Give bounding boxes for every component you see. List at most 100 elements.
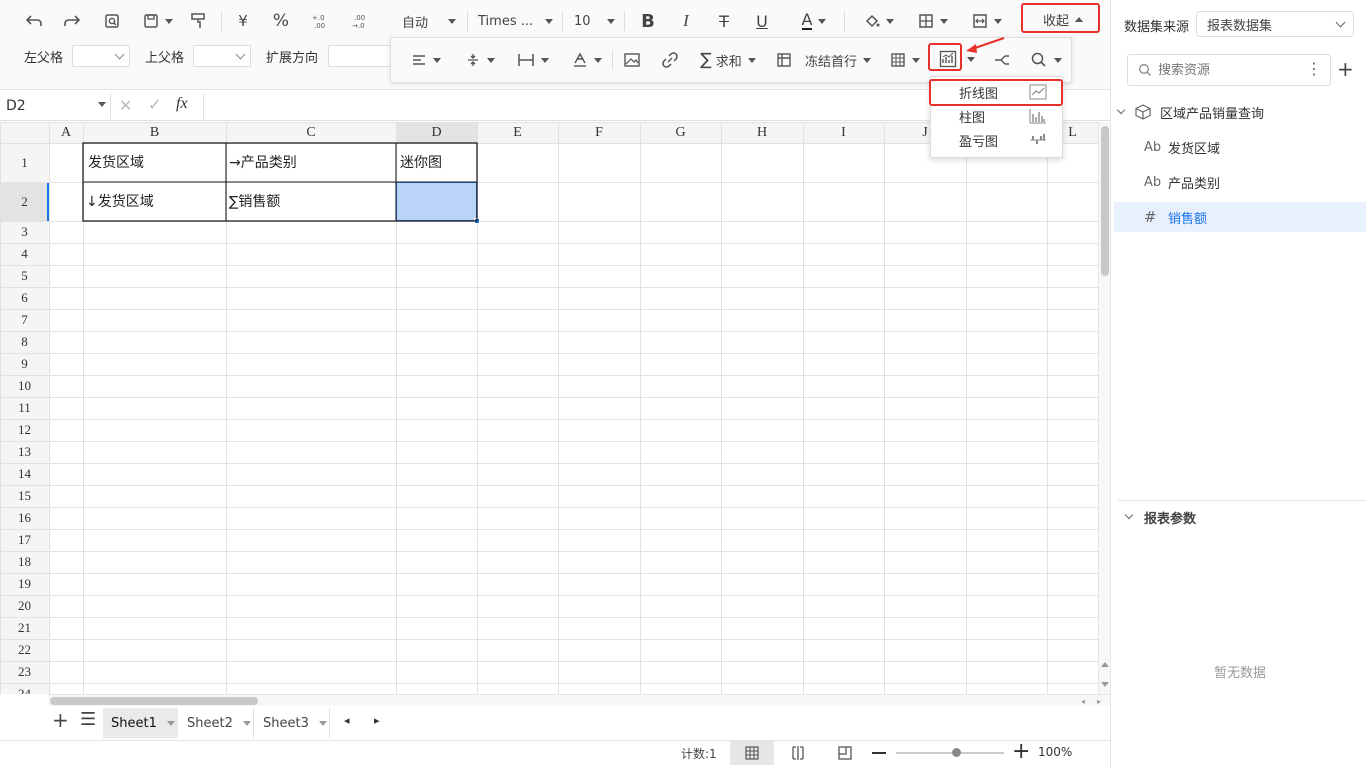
preview-icon[interactable]	[100, 10, 124, 32]
freeze-first-row-button[interactable]: 冻结首行	[802, 48, 874, 72]
scroll-up-arrow[interactable]	[1101, 662, 1109, 667]
zoom-slider-thumb[interactable]	[952, 748, 961, 757]
collapse-highlight	[1021, 3, 1100, 33]
sigma-icon: ∑	[700, 50, 712, 70]
normal-view-button[interactable]	[730, 741, 774, 765]
chevron-down-icon	[1116, 105, 1126, 115]
confirm-icon[interactable]: ✓	[148, 95, 161, 114]
formula-divider	[110, 93, 111, 119]
cell-reference-dropdown[interactable]	[98, 102, 106, 107]
field-label: 产品类别	[1168, 176, 1221, 192]
cell-C2[interactable]: ∑销售额	[229, 192, 280, 212]
sheet-tab-1[interactable]: Sheet1	[103, 708, 178, 738]
underline-button[interactable]: U	[750, 10, 774, 32]
horizontal-scrollbar[interactable]: ◂ ▸	[48, 694, 1110, 706]
merge-cells-button[interactable]	[966, 10, 1008, 32]
sheet-list-icon[interactable]: ☰	[80, 709, 96, 730]
page-layout-view-icon[interactable]	[837, 745, 853, 765]
insert-link-icon[interactable]	[658, 48, 682, 72]
field-item-category[interactable]: Ab 产品类别	[1114, 167, 1366, 197]
spreadsheet-grid: ABCDEFGHIJKL 123456789101112131415161718…	[0, 122, 1098, 694]
font-color-button[interactable]: A	[792, 10, 836, 32]
more-options-icon[interactable]: ⋮	[1306, 59, 1322, 78]
table-borders	[82, 142, 478, 222]
percent-format-button[interactable]: %	[270, 10, 292, 32]
cell-B1[interactable]: 发货区域	[88, 153, 144, 173]
decrease-decimal-icon[interactable]: .00 →.0	[348, 10, 372, 32]
left-parent-select[interactable]	[72, 45, 130, 67]
border-grid-icon	[919, 14, 933, 28]
cell-reference[interactable]: D2	[6, 98, 26, 114]
toolbar-divider	[562, 11, 563, 31]
function-icon[interactable]: fx	[176, 95, 188, 113]
add-resource-icon[interactable]: +	[1337, 57, 1354, 81]
width-icon	[518, 54, 534, 66]
conditional-format-button[interactable]	[884, 48, 926, 72]
align-middle-icon	[468, 54, 478, 66]
italic-button[interactable]: I	[674, 10, 698, 32]
field-item-region[interactable]: Ab 发货区域	[1114, 132, 1366, 162]
currency-format-button[interactable]: ¥	[232, 10, 254, 32]
insert-image-icon[interactable]	[620, 48, 644, 72]
menu-item-label: 盈亏图	[959, 134, 999, 150]
border-button[interactable]	[912, 10, 954, 32]
conditional-grid-icon	[891, 53, 905, 67]
font-family-select[interactable]: Times ...	[472, 10, 556, 32]
add-sheet-icon[interactable]: +	[52, 708, 69, 732]
cell-C1[interactable]: →产品类别	[229, 153, 297, 173]
zoom-slider-track[interactable]	[896, 752, 1004, 754]
font-size-select[interactable]: 10	[566, 10, 618, 32]
freeze-icon[interactable]	[772, 48, 796, 72]
menu-item-win-loss[interactable]: 盈亏图	[931, 128, 1063, 152]
number-format-select[interactable]: 自动	[396, 10, 462, 32]
page-break-view-icon[interactable]	[790, 745, 806, 765]
zoom-level: 100%	[1038, 745, 1073, 759]
scroll-down-arrow[interactable]	[1101, 682, 1109, 687]
redo-icon[interactable]	[60, 10, 84, 32]
dataset-source-select[interactable]: 报表数据集	[1196, 11, 1354, 37]
search-input[interactable]	[1158, 62, 1298, 78]
vertical-align-button[interactable]	[458, 48, 502, 72]
menu-item-label: 柱图	[959, 110, 986, 126]
sum-button[interactable]: ∑ 求和	[692, 48, 764, 72]
text-rotate-button[interactable]	[566, 48, 608, 72]
zoom-out-button[interactable]	[872, 752, 886, 754]
undo-icon[interactable]	[22, 10, 46, 32]
scroll-right-arrow[interactable]: ▸	[1097, 697, 1101, 706]
report-params-section[interactable]: 报表参数	[1114, 502, 1366, 532]
save-icon[interactable]	[136, 10, 180, 32]
increase-decimal-icon[interactable]: +.0.00	[308, 10, 332, 32]
sheet-tab-2[interactable]: Sheet2	[179, 708, 254, 738]
menu-item-column-chart[interactable]: 柱图	[931, 104, 1063, 128]
field-item-sales[interactable]: # 销售额	[1114, 202, 1366, 232]
sheet-tab-label: Sheet2	[187, 715, 233, 731]
resource-search-box[interactable]: ⋮	[1127, 54, 1331, 86]
horizontal-align-button[interactable]	[404, 48, 448, 72]
vertical-scrollbar[interactable]	[1098, 122, 1110, 694]
prev-sheet-icon[interactable]: ◂	[344, 714, 350, 727]
strikethrough-button[interactable]: T	[712, 10, 736, 32]
format-painter-icon[interactable]	[186, 10, 210, 32]
horizontal-scroll-thumb[interactable]	[50, 697, 258, 705]
panel-divider	[1118, 500, 1366, 501]
chevron-down-icon	[1335, 17, 1346, 28]
top-parent-select[interactable]	[193, 45, 251, 67]
zoom-in-button[interactable]: +	[1012, 741, 1030, 763]
next-sheet-icon[interactable]: ▸	[374, 714, 380, 727]
fill-color-button[interactable]	[858, 10, 900, 32]
sheet-tab-3[interactable]: Sheet3	[255, 708, 330, 738]
cell-B2[interactable]: ↓发货区域	[86, 192, 154, 212]
cell-D1[interactable]: 迷你图	[400, 153, 442, 173]
expand-direction-select[interactable]	[328, 45, 392, 67]
expand-direction-label: 扩展方向	[266, 51, 319, 66]
cancel-icon[interactable]: ✕	[119, 96, 132, 115]
scroll-left-arrow[interactable]: ◂	[1081, 697, 1085, 706]
magnifier-icon	[1031, 52, 1046, 67]
font-family-value: Times ...	[478, 13, 534, 29]
text-wrap-button[interactable]	[510, 48, 556, 72]
bold-button[interactable]: B	[636, 10, 660, 32]
vertical-scroll-thumb[interactable]	[1101, 126, 1109, 276]
dataset-tree-node[interactable]: 区域产品销量查询	[1114, 97, 1366, 127]
grid-view-icon	[745, 746, 759, 760]
search-replace-button[interactable]	[1026, 48, 1066, 72]
